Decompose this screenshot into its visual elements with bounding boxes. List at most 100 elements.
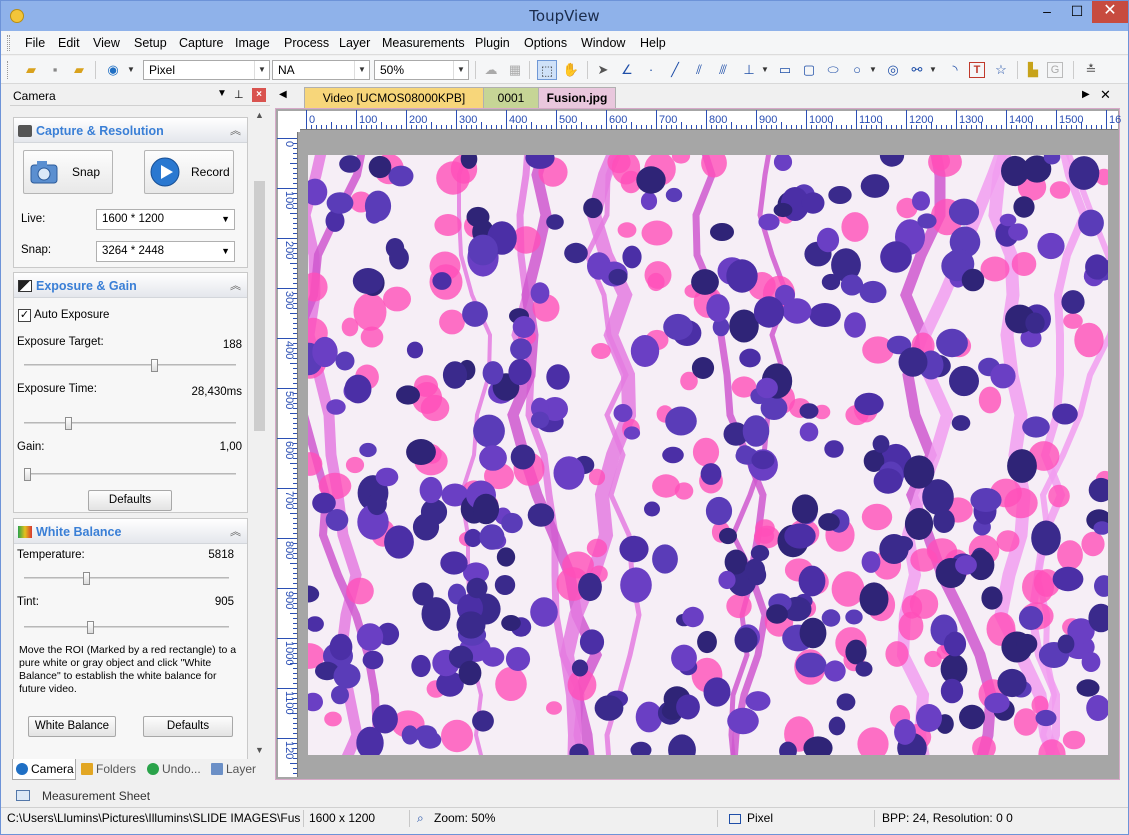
ruler-tick [406,110,407,129]
tab-undo[interactable]: Undo... [144,759,208,780]
tab-fusion[interactable]: Fusion.jpg [538,87,616,108]
ruler-minor-tick [686,125,687,129]
collapse-icon[interactable]: ︽ [230,523,241,539]
slider-thumb[interactable] [87,621,94,634]
menu-setup[interactable]: Setup [134,36,167,50]
grid-icon[interactable]: ▦ [505,60,525,80]
menu-measurements[interactable]: Measurements [382,36,465,50]
capture-section-header[interactable]: Capture & Resolution ︽ [14,118,247,143]
panel-dropdown-icon[interactable]: ▼ [217,88,227,99]
menu-file[interactable]: File [25,36,45,50]
rectangle-icon[interactable]: ▭ [775,60,795,80]
open-folder-icon[interactable]: ▰ [21,60,41,80]
calibrate-icon[interactable]: ▙ [1023,60,1043,80]
measurement-sheet-tab[interactable]: Measurement Sheet [10,785,170,807]
live-resolution-select[interactable]: 1600 * 1200 ▼ [96,209,235,230]
scroll-up-icon[interactable]: ▲ [251,107,268,124]
point-icon[interactable]: · [641,60,661,80]
scroll-thumb[interactable] [254,181,265,431]
ruler-minor-tick [941,125,942,129]
unit-select[interactable]: Pixel ▼ [143,60,270,80]
tab-camera[interactable]: Camera [12,759,76,780]
slider-thumb[interactable] [151,359,158,372]
snap-button[interactable]: Snap [23,150,113,194]
rounded-rect-icon[interactable]: ▢ [799,60,819,80]
calibration-select[interactable]: NA ▼ [272,60,370,80]
hand-icon[interactable]: ✋ [561,60,581,80]
tabs-left-arrow-icon[interactable]: ◀ [279,89,287,100]
menu-window[interactable]: Window [581,36,625,50]
camera-dropdown-icon[interactable]: ▼ [121,60,141,80]
pin-icon[interactable]: ⊥ [234,88,244,101]
multi-line-icon[interactable]: ⫻ [713,60,733,80]
menu-edit[interactable]: Edit [58,36,80,50]
close-document-icon[interactable]: ✕ [1100,87,1111,103]
angle-icon[interactable]: ∠ [617,60,637,80]
snap-resolution-select[interactable]: 3264 * 2448 ▼ [96,241,235,262]
arc-icon[interactable]: ◝ [945,60,965,80]
maximize-button[interactable]: ☐ [1062,1,1092,23]
menu-plugin[interactable]: Plugin [475,36,510,50]
microscope-image[interactable] [308,155,1108,755]
slider-thumb[interactable] [24,468,31,481]
record-button[interactable]: Record [144,150,234,194]
nucleus [375,467,399,487]
parallel-icon[interactable]: ⫽ [689,60,709,80]
export-icon[interactable]: ≛ [1081,60,1101,80]
save-icon[interactable]: ▪ [45,60,65,80]
perpendicular-dropdown-icon[interactable]: ▼ [755,60,775,80]
menu-capture[interactable]: Capture [179,36,223,50]
menu-process[interactable]: Process [284,36,329,50]
star-icon[interactable]: ☆ [991,60,1011,80]
auto-exposure-checkbox[interactable]: ✓ [18,309,31,322]
gain-slider[interactable] [24,468,236,481]
camera-icon[interactable]: ◉ [103,60,123,80]
image-view[interactable]: 0 100 200 300 400 500 600 700 800 900 1000 1100 1200… [275,108,1121,780]
ruler-minor-tick [293,483,297,484]
exposure-time-slider[interactable] [24,417,236,430]
menu-view[interactable]: View [93,36,120,50]
pointer-icon[interactable]: ➤ [593,60,613,80]
nucleus [691,357,715,379]
tab-video[interactable]: Video [UCMOS08000KPB] [304,87,484,108]
nucleus [700,463,722,485]
select-rect-icon[interactable]: ⬚ [537,60,557,80]
exposure-defaults-button[interactable]: Defaults [88,490,172,511]
circle-dropdown-icon[interactable]: ▼ [863,60,883,80]
text-icon[interactable]: T [969,62,985,78]
minimize-button[interactable]: – [1032,1,1062,23]
tabs-right-arrow-icon[interactable]: ▶ [1082,89,1090,100]
zoom-select[interactable]: 50% ▼ [374,60,469,80]
panel-scrollbar[interactable]: ▲ ▼ [251,107,268,759]
browse-folder-icon[interactable]: ▰ [69,60,89,80]
exposure-target-slider[interactable] [24,359,236,372]
menu-help[interactable]: Help [640,36,666,50]
g-icon[interactable]: G [1047,62,1063,78]
wb-defaults-button[interactable]: Defaults [143,716,233,737]
tint-slider[interactable] [24,621,229,634]
exposure-section-header[interactable]: Exposure & Gain ︽ [14,273,247,298]
tab-0001[interactable]: 0001 [483,87,539,108]
scroll-down-icon[interactable]: ▼ [251,742,268,759]
two-circles-dropdown-icon[interactable]: ▼ [923,60,943,80]
close-button[interactable]: ✕ [1092,1,1128,23]
panel-close-icon[interactable]: × [252,88,266,102]
slider-thumb[interactable] [83,572,90,585]
collapse-icon[interactable]: ︽ [230,122,241,138]
menu-options[interactable]: Options [524,36,567,50]
temperature-slider[interactable] [24,572,229,585]
line-icon[interactable]: ╱ [665,60,685,80]
menu-image[interactable]: Image [235,36,270,50]
annulus-icon[interactable]: ◎ [883,60,903,80]
ruler-label: 400 [509,114,528,126]
collapse-icon[interactable]: ︽ [230,277,241,293]
tab-folders[interactable]: Folders [78,759,142,780]
white-balance-section-header[interactable]: White Balance ︽ [14,519,247,544]
toolbar-separator [529,61,530,79]
white-balance-button[interactable]: White Balance [28,716,116,737]
ellipse-icon[interactable]: ⬭ [823,60,843,80]
tab-layer[interactable]: Layer [208,759,266,780]
slider-thumb[interactable] [65,417,72,430]
menu-layer[interactable]: Layer [339,36,370,50]
cloud-icon[interactable]: ☁ [481,60,501,80]
